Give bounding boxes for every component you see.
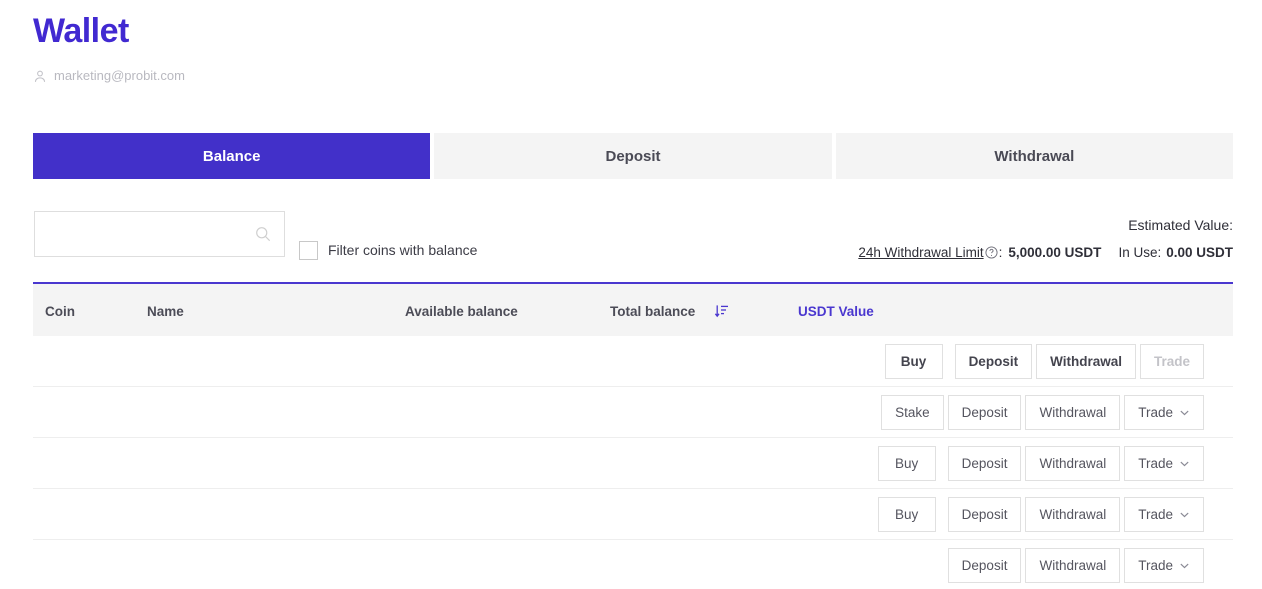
- table-row: Buy Deposit Withdrawal Trade: [33, 489, 1233, 540]
- table-row: Buy Deposit Withdrawal Trade: [33, 336, 1233, 387]
- buy-button[interactable]: Buy: [877, 497, 936, 532]
- stake-button[interactable]: Stake: [881, 395, 944, 430]
- search-icon[interactable]: [254, 225, 284, 243]
- tab-deposit[interactable]: Deposit: [434, 133, 832, 179]
- account-email: marketing@probit.com: [54, 68, 185, 83]
- column-header-coin[interactable]: Coin: [45, 284, 75, 338]
- user-icon: [33, 69, 47, 84]
- column-header-total[interactable]: Total balance: [610, 284, 695, 338]
- row-actions: Buy Deposit Withdrawal Trade: [877, 489, 1233, 540]
- filter-coins-label: Filter coins with balance: [328, 242, 478, 258]
- column-header-available[interactable]: Available balance: [405, 284, 518, 338]
- row-actions: Stake Deposit Withdrawal Trade: [881, 387, 1233, 438]
- deposit-button[interactable]: Deposit: [947, 446, 1022, 481]
- row-actions: Buy Deposit Withdrawal Trade: [877, 438, 1233, 489]
- withdrawal-button[interactable]: Withdrawal: [1025, 497, 1121, 532]
- deposit-button[interactable]: Deposit: [954, 344, 1033, 379]
- row-actions: Deposit Withdrawal Trade: [947, 540, 1233, 589]
- trade-label: Trade: [1153, 354, 1190, 369]
- question-circle-icon[interactable]: [984, 243, 999, 263]
- trade-label: Trade: [1138, 405, 1173, 420]
- chevron-down-icon: [1179, 560, 1190, 571]
- deposit-button[interactable]: Deposit: [947, 548, 1022, 583]
- limit-colon: :: [998, 245, 1003, 260]
- trade-button[interactable]: Trade: [1124, 548, 1204, 583]
- withdrawal-button[interactable]: Withdrawal: [1036, 344, 1136, 379]
- trade-button[interactable]: Trade: [1124, 395, 1204, 430]
- trade-label: Trade: [1138, 558, 1173, 573]
- tab-withdrawal[interactable]: Withdrawal: [835, 133, 1233, 179]
- table-header-row: Coin Name Available balance Total balanc…: [33, 282, 1233, 336]
- trade-button[interactable]: Trade: [1124, 497, 1204, 532]
- withdrawal-button[interactable]: Withdrawal: [1025, 446, 1121, 481]
- estimated-value-block: Estimated Value: 24h Withdrawal Limit : …: [858, 215, 1233, 263]
- page-title: Wallet: [33, 12, 129, 50]
- withdrawal-limit-label[interactable]: 24h Withdrawal Limit: [858, 243, 983, 263]
- chevron-down-icon: [1179, 509, 1190, 520]
- column-header-name[interactable]: Name: [147, 284, 184, 338]
- table-row: Buy Deposit Withdrawal Trade: [33, 438, 1233, 489]
- trade-button: Trade: [1139, 344, 1204, 379]
- account-row: marketing@probit.com: [33, 67, 185, 85]
- withdrawal-button[interactable]: Withdrawal: [1025, 548, 1121, 583]
- search-box[interactable]: [34, 211, 285, 257]
- withdrawal-limit-line: 24h Withdrawal Limit : 5,000.00 USDT In …: [858, 243, 1233, 263]
- in-use-value: 0.00 USDT: [1166, 245, 1233, 260]
- withdrawal-button[interactable]: Withdrawal: [1025, 395, 1121, 430]
- chevron-down-icon: [1179, 458, 1190, 469]
- chevron-down-icon: [1179, 407, 1190, 418]
- trade-label: Trade: [1138, 456, 1173, 471]
- column-header-usdt-value[interactable]: USDT Value: [798, 284, 874, 338]
- tab-balance[interactable]: Balance: [33, 133, 431, 179]
- buy-button[interactable]: Buy: [877, 446, 936, 481]
- withdrawal-limit-value: 5,000.00 USDT: [1008, 245, 1102, 260]
- in-use-label: In Use:: [1118, 245, 1162, 260]
- filter-coins-checkbox[interactable]: Filter coins with balance: [299, 240, 477, 260]
- checkbox-box[interactable]: [299, 240, 318, 260]
- search-input[interactable]: [35, 212, 254, 256]
- trade-button[interactable]: Trade: [1124, 446, 1204, 481]
- wallet-page: Wallet marketing@probit.com Balance Depo…: [0, 0, 1262, 589]
- deposit-button[interactable]: Deposit: [947, 395, 1022, 430]
- deposit-button[interactable]: Deposit: [947, 497, 1022, 532]
- estimated-value-label: Estimated Value:: [1128, 217, 1233, 233]
- table-row: Stake Deposit Withdrawal Trade: [33, 387, 1233, 438]
- buy-button[interactable]: Buy: [884, 344, 943, 379]
- table-row: Deposit Withdrawal Trade: [33, 540, 1233, 589]
- sort-descending-icon[interactable]: [714, 284, 730, 338]
- wallet-tabs: Balance Deposit Withdrawal: [33, 133, 1233, 179]
- row-actions: Buy Deposit Withdrawal Trade: [884, 336, 1233, 387]
- table-body: Buy Deposit Withdrawal Trade Stake Depos…: [33, 336, 1233, 589]
- balance-table: Coin Name Available balance Total balanc…: [33, 282, 1233, 589]
- trade-label: Trade: [1138, 507, 1173, 522]
